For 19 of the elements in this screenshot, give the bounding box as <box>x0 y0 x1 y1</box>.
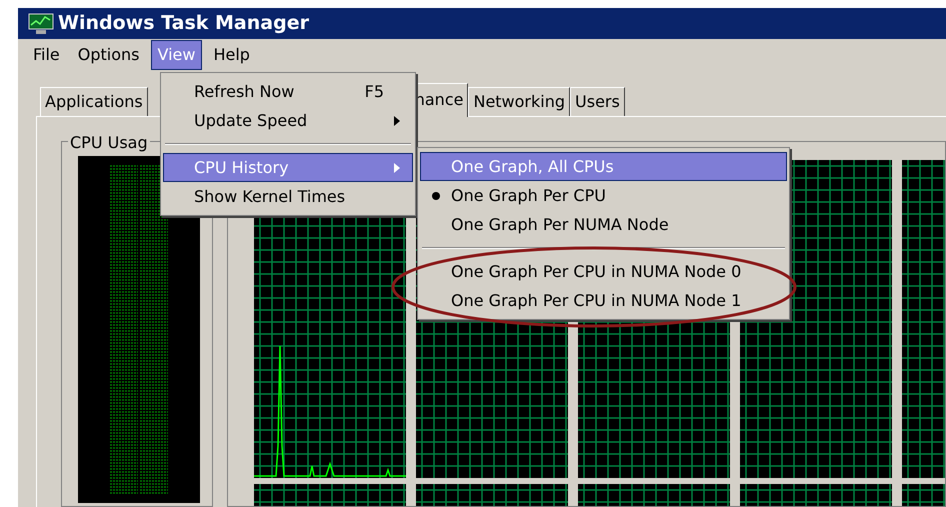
menu-item[interactable]: One Graph Per NUMA Node <box>420 210 787 239</box>
monitor-icon <box>28 12 54 34</box>
submenu-arrow-icon <box>394 116 400 126</box>
submenu-arrow-icon <box>394 162 400 172</box>
menu-item[interactable]: One Graph Per CPU in NUMA Node 1 <box>420 286 787 315</box>
window-title: Windows Task Manager <box>58 11 309 36</box>
tab[interactable]: Networking <box>468 87 570 116</box>
menu-bar-item[interactable]: File <box>26 40 67 70</box>
menu-item[interactable]: One Graph Per CPU <box>420 181 787 210</box>
tab[interactable]: Applications <box>40 87 148 116</box>
menu-bar-item[interactable]: Help <box>206 40 257 70</box>
menu-bar-item[interactable]: View <box>150 40 202 70</box>
menu-item[interactable]: CPU History <box>163 153 413 182</box>
menu-item[interactable]: One Graph, All CPUs <box>420 152 787 181</box>
menu-item[interactable]: One Graph Per CPU in NUMA Node 0 <box>420 257 787 286</box>
menu-item[interactable]: Show Kernel Times <box>163 182 413 211</box>
shortcut-label: F5 <box>364 80 384 102</box>
tab[interactable]: Users <box>570 87 625 116</box>
menu-bar-item[interactable]: Options <box>70 40 147 70</box>
